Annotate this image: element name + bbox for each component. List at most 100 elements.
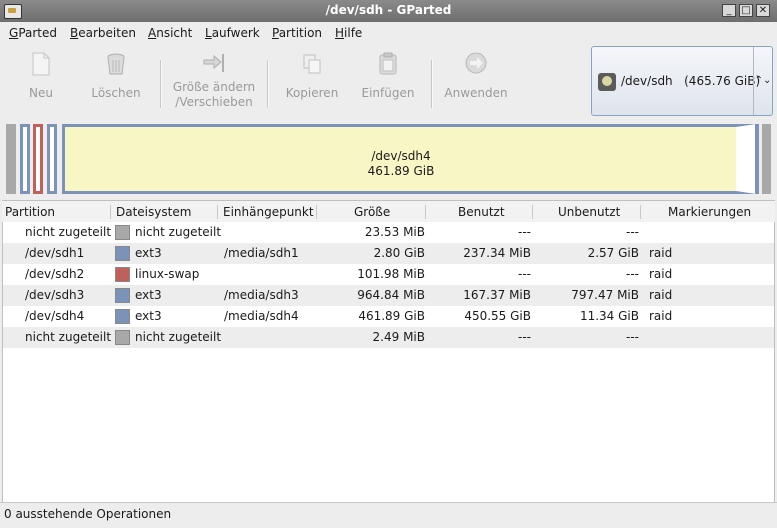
- copy-button[interactable]: Kopieren: [282, 52, 342, 101]
- partition-list-header: Partition Dateisystem Einhängepunkt Größ…: [2, 200, 775, 224]
- column-separator[interactable]: [640, 205, 641, 219]
- minimize-button[interactable]: _: [722, 4, 736, 17]
- cell-partition: /dev/sdh1: [25, 246, 85, 260]
- cell-filesystem: linux-swap: [135, 267, 200, 281]
- filesystem-color-swatch: [115, 225, 130, 240]
- cell-used: 167.37 MiB: [463, 288, 531, 302]
- column-size[interactable]: Größe: [354, 205, 390, 219]
- column-separator[interactable]: [425, 205, 426, 219]
- vis-unallocated-2[interactable]: [762, 124, 771, 194]
- cell-partition: /dev/sdh2: [25, 267, 85, 281]
- table-row[interactable]: /dev/sdh1 ext3 /media/sdh1 2.80 GiB 237.…: [3, 243, 774, 264]
- cell-used: ---: [518, 267, 531, 281]
- cell-unused: ---: [626, 225, 639, 239]
- column-partition[interactable]: Partition: [5, 205, 55, 219]
- cell-filesystem: ext3: [135, 288, 162, 302]
- vis-sdh4-label: /dev/sdh4 461.89 GiB: [367, 149, 435, 178]
- vis-sdh4[interactable]: /dev/sdh4 461.89 GiB: [62, 124, 756, 194]
- cell-size: 101.98 MiB: [357, 267, 425, 281]
- copy-icon: [303, 54, 321, 74]
- cell-used: ---: [518, 330, 531, 344]
- column-unused[interactable]: Unbenutzt: [558, 205, 620, 219]
- copy-label: Kopieren: [285, 86, 339, 100]
- hard-disk-icon: [598, 73, 616, 91]
- cell-size: 461.89 GiB: [358, 309, 425, 323]
- table-row[interactable]: nicht zugeteilt nicht zugeteilt 23.53 Mi…: [3, 222, 774, 243]
- cell-flags: raid: [649, 267, 673, 281]
- cell-used: ---: [518, 225, 531, 239]
- toolbar-separator: [431, 60, 433, 108]
- cell-partition: nicht zugeteilt: [25, 225, 112, 239]
- resize-label-2: /Verschieben: [175, 95, 253, 109]
- filesystem-color-swatch: [115, 309, 130, 324]
- filesystem-color-swatch: [115, 288, 130, 303]
- column-separator[interactable]: [217, 205, 218, 219]
- menu-bearbeiten[interactable]: Bearbeiten: [70, 26, 136, 40]
- device-selector[interactable]: /dev/sdh (465.76 GiB) ⌃⌄: [591, 46, 773, 116]
- column-mountpoint[interactable]: Einhängepunkt: [223, 205, 314, 219]
- menu-hilfe[interactable]: Hilfe: [335, 26, 362, 40]
- column-flags[interactable]: Markierungen: [668, 205, 751, 219]
- resize-label-1: Größe ändern: [172, 80, 256, 94]
- resize-move-button[interactable]: Größe ändern /Verschieben: [168, 52, 260, 110]
- cell-size: 2.80 GiB: [373, 246, 425, 260]
- column-used[interactable]: Benutzt: [458, 205, 505, 219]
- menu-gparted[interactable]: GParted: [9, 26, 57, 40]
- new-button[interactable]: Neu: [20, 52, 62, 101]
- paste-button[interactable]: Einfügen: [358, 52, 418, 101]
- menu-laufwerk[interactable]: Laufwerk: [205, 26, 260, 40]
- cell-flags: raid: [649, 246, 673, 260]
- close-button[interactable]: ✕: [756, 4, 770, 17]
- cell-unused: ---: [626, 330, 639, 344]
- menu-partition[interactable]: Partition: [272, 26, 322, 40]
- partition-visualization: /dev/sdh4 461.89 GiB: [0, 120, 777, 198]
- cell-unused: ---: [626, 267, 639, 281]
- cell-filesystem: nicht zugeteilt: [135, 225, 222, 239]
- trash-icon: [107, 53, 125, 75]
- vis-unallocated-1[interactable]: [6, 124, 16, 194]
- title-bar: /dev/sdh - GParted _ □ ✕: [0, 0, 777, 22]
- vis-sdh2[interactable]: [33, 124, 43, 194]
- table-row[interactable]: /dev/sdh2 linux-swap 101.98 MiB --- --- …: [3, 264, 774, 285]
- vis-sdh3[interactable]: [47, 124, 57, 194]
- table-row[interactable]: /dev/sdh4 ext3 /media/sdh4 461.89 GiB 45…: [3, 306, 774, 327]
- cell-size: 23.53 MiB: [364, 225, 425, 239]
- partition-list: nicht zugeteilt nicht zugeteilt 23.53 Mi…: [2, 222, 775, 502]
- window-title: /dev/sdh - GParted: [325, 3, 452, 17]
- cell-unused: 2.57 GiB: [587, 246, 639, 260]
- cell-used: 450.55 GiB: [464, 309, 531, 323]
- column-separator[interactable]: [316, 205, 317, 219]
- apply-label: Anwenden: [444, 86, 508, 100]
- pending-operations-status: 0 ausstehende Operationen: [4, 507, 172, 521]
- apply-arrow-icon: [465, 52, 487, 74]
- filesystem-color-swatch: [115, 330, 130, 345]
- menu-bar: GParted Bearbeiten Ansicht Laufwerk Part…: [0, 22, 777, 44]
- toolbar-separator: [267, 60, 269, 108]
- cell-filesystem: ext3: [135, 309, 162, 323]
- delete-label: Löschen: [91, 86, 141, 100]
- column-separator[interactable]: [110, 205, 111, 219]
- menu-ansicht[interactable]: Ansicht: [148, 26, 192, 40]
- cell-mountpoint: /media/sdh3: [224, 288, 299, 302]
- table-row[interactable]: nicht zugeteilt nicht zugeteilt 2.49 MiB…: [3, 327, 774, 348]
- toolbar-separator: [160, 60, 162, 108]
- maximize-button[interactable]: □: [739, 4, 753, 17]
- delete-button[interactable]: Löschen: [88, 52, 144, 101]
- cell-partition: nicht zugeteilt: [25, 330, 112, 344]
- cell-filesystem: ext3: [135, 246, 162, 260]
- device-label: /dev/sdh (465.76 GiB): [621, 74, 761, 88]
- table-row[interactable]: /dev/sdh3 ext3 /media/sdh3 964.84 MiB 16…: [3, 285, 774, 306]
- vis-sdh1[interactable]: [20, 124, 30, 194]
- apply-button[interactable]: Anwenden: [440, 52, 512, 101]
- cell-mountpoint: /media/sdh1: [224, 246, 299, 260]
- column-filesystem[interactable]: Dateisystem: [116, 205, 191, 219]
- chevron-updown-icon: ⌃⌄: [753, 47, 772, 115]
- cell-filesystem: nicht zugeteilt: [135, 330, 222, 344]
- column-separator[interactable]: [532, 205, 533, 219]
- paste-label: Einfügen: [361, 86, 415, 100]
- cell-flags: raid: [649, 288, 673, 302]
- paste-icon: [379, 52, 397, 75]
- filesystem-color-swatch: [115, 267, 130, 282]
- cell-mountpoint: /media/sdh4: [224, 309, 299, 323]
- vis-sdh4-border-right: [755, 124, 759, 194]
